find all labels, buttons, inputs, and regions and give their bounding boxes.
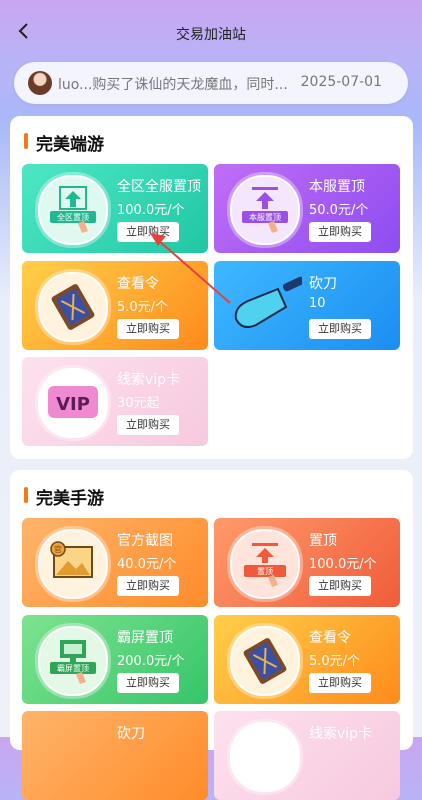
svg-text:置顶: 置顶 bbox=[257, 567, 273, 576]
product-name: 查看令 bbox=[117, 276, 159, 292]
view-token-icon bbox=[38, 272, 108, 342]
product-card[interactable]: 查看令 5.0元/个 立即购买 bbox=[214, 615, 400, 704]
vip-icon: VIP bbox=[38, 368, 108, 438]
product-card[interactable]: 线索vip卡 bbox=[214, 711, 400, 800]
product-name: 置顶 bbox=[309, 533, 337, 549]
buy-button[interactable]: 立即购买 bbox=[117, 576, 179, 596]
product-name: 砍刀 bbox=[309, 276, 337, 292]
cleaver-icon bbox=[226, 271, 305, 341]
product-card[interactable]: 本服置顶 本服置顶 50.0元/个 立即购买 bbox=[214, 164, 400, 253]
product-price: 100.0元/个 bbox=[309, 557, 377, 572]
buy-button[interactable]: 立即购买 bbox=[309, 576, 371, 596]
buy-button[interactable]: 立即购买 bbox=[309, 319, 371, 339]
product-name: 线索vip卡 bbox=[309, 726, 373, 742]
svg-text:全区置顶: 全区置顶 bbox=[57, 212, 89, 222]
product-name: 本服置顶 bbox=[309, 179, 365, 195]
svg-text:本服置顶: 本服置顶 bbox=[249, 212, 281, 222]
svg-text:官: 官 bbox=[54, 544, 62, 554]
product-price: 200.0元/个 bbox=[117, 654, 185, 669]
product-name: 查看令 bbox=[309, 630, 351, 646]
product-card[interactable]: 查看令 5.0元/个 立即购买 bbox=[22, 261, 208, 350]
product-card[interactable]: 砍刀 bbox=[22, 711, 208, 800]
product-price: 30元起 bbox=[117, 396, 160, 411]
product-price: 40.0元/个 bbox=[117, 557, 177, 572]
avatar bbox=[28, 71, 52, 95]
buy-button[interactable]: 立即购买 bbox=[309, 673, 371, 693]
product-name: 全区全服置顶 bbox=[117, 179, 201, 195]
product-name: 砍刀 bbox=[117, 726, 145, 742]
screen-top-icon: 霸屏置顶 bbox=[38, 626, 108, 696]
notice-date: 2025-07-01 bbox=[300, 74, 382, 90]
section-title: 完美手游 bbox=[24, 484, 104, 509]
product-card[interactable]: 官 官方截图 40.0元/个 立即购买 bbox=[22, 518, 208, 607]
product-card[interactable]: 霸屏置顶 霸屏置顶 200.0元/个 立即购买 bbox=[22, 615, 208, 704]
top-all-icon: 全区置顶 bbox=[38, 175, 108, 245]
screenshot-icon: 官 bbox=[38, 529, 108, 599]
top-server-icon: 本服置顶 bbox=[230, 175, 300, 245]
buy-button[interactable]: 立即购买 bbox=[117, 673, 179, 693]
svg-text:VIP: VIP bbox=[56, 394, 90, 415]
product-card[interactable]: 砍刀 10 立即购买 bbox=[214, 261, 400, 350]
top-bar: 交易加油站 bbox=[0, 0, 422, 64]
section-mobile-games: 完美手游 官 官方截图 40.0元/个 立即购买 置顶 置顶 100.0元/个 bbox=[10, 470, 413, 800]
page-title: 交易加油站 bbox=[176, 27, 246, 43]
product-name: 线索vip卡 bbox=[117, 372, 181, 388]
vip-icon bbox=[230, 722, 300, 792]
product-price: 5.0元/个 bbox=[117, 300, 169, 315]
purchase-notice-bar[interactable]: luo...购买了诛仙的天龙魔血，同时... 2025-07-01 bbox=[14, 62, 408, 104]
product-name: 霸屏置顶 bbox=[117, 630, 173, 646]
product-card[interactable]: 置顶 置顶 100.0元/个 立即购买 bbox=[214, 518, 400, 607]
top-icon: 置顶 bbox=[230, 529, 300, 599]
product-price: 100.0元/个 bbox=[117, 203, 185, 218]
product-card[interactable]: 全区置顶 全区全服置顶 100.0元/个 立即购买 bbox=[22, 164, 208, 253]
product-card[interactable]: VIP 线索vip卡 30元起 立即购买 bbox=[22, 357, 208, 446]
product-price: 5.0元/个 bbox=[309, 654, 361, 669]
buy-button[interactable]: 立即购买 bbox=[117, 415, 179, 435]
product-price: 50.0元/个 bbox=[309, 203, 369, 218]
notice-message: luo...购买了诛仙的天龙魔血，同时... bbox=[58, 77, 288, 93]
view-token-icon bbox=[230, 626, 300, 696]
buy-button[interactable]: 立即购买 bbox=[117, 319, 179, 339]
product-price: 10 bbox=[309, 296, 326, 311]
product-name: 官方截图 bbox=[117, 533, 173, 549]
buy-button[interactable]: 立即购买 bbox=[117, 222, 179, 242]
svg-text:霸屏置顶: 霸屏置顶 bbox=[57, 664, 89, 673]
section-pc-games: 完美端游 全区置顶 全区全服置顶 100.0元/个 立即购买 本服置顶 本服置顶… bbox=[10, 116, 413, 459]
section-title: 完美端游 bbox=[24, 130, 104, 155]
buy-button[interactable]: 立即购买 bbox=[309, 222, 371, 242]
